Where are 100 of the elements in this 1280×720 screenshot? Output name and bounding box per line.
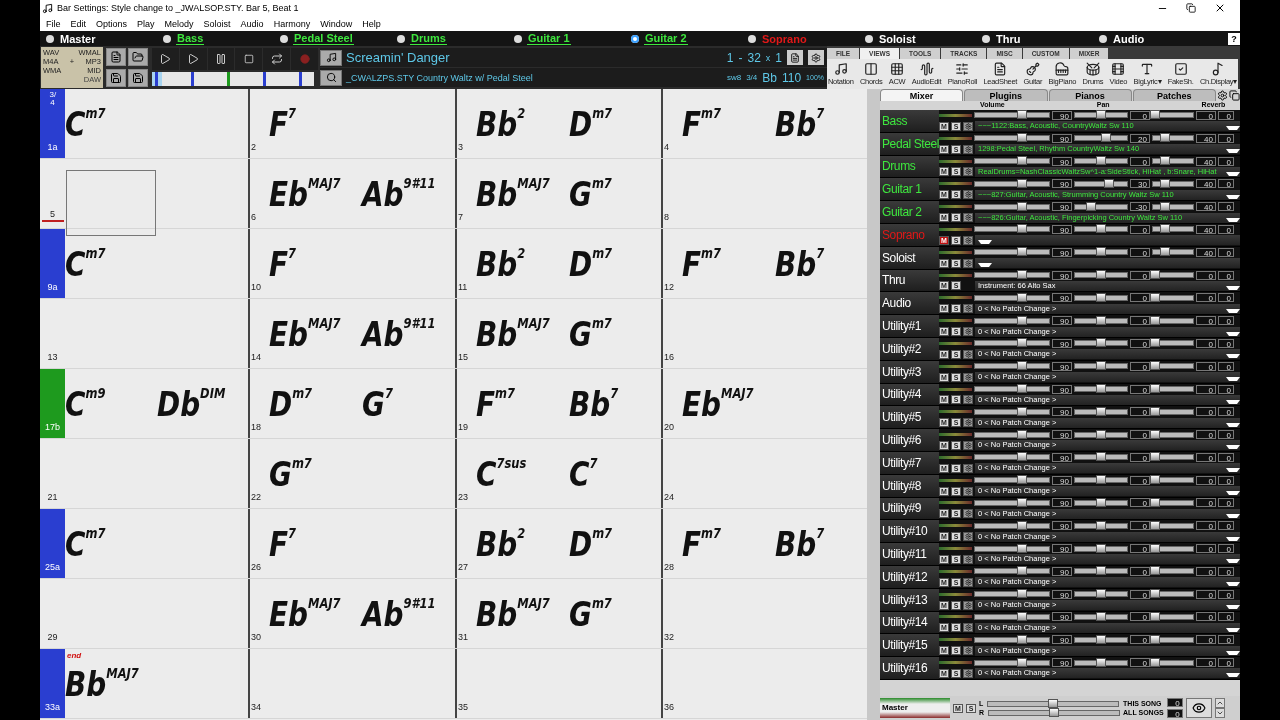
radio-button[interactable]	[748, 35, 756, 43]
slider-thumb[interactable]	[1096, 452, 1106, 462]
slider-thumb[interactable]	[1150, 429, 1160, 439]
reverb-value[interactable]: 0	[1196, 658, 1216, 668]
slider-thumb[interactable]	[1150, 566, 1160, 576]
slider[interactable]	[974, 340, 1050, 347]
value-field[interactable]: 0	[1218, 384, 1234, 394]
mixer-tab[interactable]: Mixer	[880, 89, 964, 101]
slider[interactable]	[1152, 340, 1194, 347]
slider[interactable]	[974, 568, 1050, 575]
value-field[interactable]: 0	[1218, 316, 1234, 326]
slider[interactable]	[1074, 386, 1128, 392]
slider[interactable]	[1152, 408, 1194, 415]
slider-thumb[interactable]	[1016, 338, 1027, 348]
pan-value[interactable]: 0	[1130, 498, 1150, 508]
slider[interactable]	[1074, 272, 1128, 278]
slider[interactable]	[974, 203, 1050, 210]
slider-thumb[interactable]	[1096, 224, 1106, 234]
song-menu-button[interactable]	[320, 49, 342, 66]
reverb-value[interactable]: 0	[1196, 384, 1216, 394]
slider[interactable]	[974, 226, 1050, 233]
slider-thumb[interactable]	[1150, 657, 1160, 667]
slider-thumb[interactable]	[1150, 634, 1160, 644]
slider-thumb[interactable]	[1016, 315, 1027, 325]
pan-value[interactable]: 0	[1130, 384, 1150, 394]
track-name[interactable]: Guitar 2	[644, 33, 688, 44]
value-field[interactable]: 0	[1218, 589, 1234, 599]
slider-thumb[interactable]	[1016, 224, 1027, 234]
slider-thumb[interactable]	[1150, 270, 1160, 279]
new-button[interactable]	[106, 48, 126, 66]
slider[interactable]	[974, 180, 1050, 187]
slider-thumb[interactable]	[1160, 133, 1170, 143]
radio-button[interactable]	[163, 35, 171, 43]
open-button[interactable]	[128, 48, 148, 66]
slider-thumb[interactable]	[1016, 110, 1027, 120]
plugin-button[interactable]	[963, 349, 973, 359]
value-field[interactable]: 0	[1218, 224, 1234, 234]
slider[interactable]	[974, 386, 1050, 392]
slider-thumb[interactable]	[1049, 707, 1060, 717]
plugin-button[interactable]	[963, 646, 973, 656]
radio-button[interactable]	[46, 35, 54, 43]
reverb-value[interactable]: 0	[1196, 635, 1216, 645]
track-name[interactable]: Soloist	[878, 33, 917, 45]
value-field[interactable]: 0	[1218, 566, 1234, 576]
slider[interactable]	[1152, 158, 1194, 165]
volume-value[interactable]: 90	[1052, 202, 1072, 212]
reverb-value[interactable]: 0	[1196, 361, 1216, 371]
slider-thumb[interactable]	[1016, 270, 1027, 279]
slider-thumb[interactable]	[1096, 429, 1106, 439]
plugin-button[interactable]	[963, 372, 973, 382]
radio-button[interactable]	[631, 35, 639, 43]
slider-thumb[interactable]	[1150, 292, 1160, 302]
view-button[interactable]	[1185, 698, 1212, 718]
plugin-button[interactable]	[963, 190, 973, 200]
mixer-tab[interactable]: Patches	[1132, 89, 1216, 101]
track-name[interactable]: Bass	[176, 33, 205, 44]
reverb-value[interactable]: 0	[1196, 270, 1216, 280]
pan-value[interactable]: 0	[1130, 224, 1150, 234]
pan-value[interactable]: 20	[1130, 133, 1150, 143]
pan-value[interactable]: 0	[1130, 475, 1150, 485]
play-button[interactable]	[152, 48, 179, 70]
slider-thumb[interactable]	[1150, 406, 1160, 416]
slider-thumb[interactable]	[1016, 475, 1027, 485]
song-progress-bar[interactable]	[152, 72, 314, 86]
radio-button[interactable]	[514, 35, 522, 43]
slider[interactable]	[974, 431, 1050, 438]
volume-value[interactable]: 90	[1052, 270, 1072, 280]
track-name[interactable]: Guitar 1	[527, 33, 571, 44]
pan-value[interactable]: 0	[1130, 361, 1150, 371]
slider[interactable]	[974, 477, 1050, 484]
radio-button[interactable]	[397, 35, 405, 43]
volume-value[interactable]: 90	[1052, 635, 1072, 645]
reverb-value[interactable]: 0	[1196, 521, 1216, 531]
slider-thumb[interactable]	[1096, 110, 1106, 120]
slider[interactable]	[1074, 317, 1128, 324]
time-signature[interactable]: 3/4	[746, 73, 758, 82]
slider[interactable]	[1074, 568, 1128, 575]
value-field[interactable]: 0	[1218, 544, 1234, 554]
reverb-value[interactable]: 0	[1196, 316, 1216, 326]
part-marker[interactable]: 3/4 1a	[40, 89, 65, 158]
slider[interactable]	[1152, 180, 1194, 187]
track-name[interactable]: Pedal Steel	[293, 33, 354, 44]
value-field[interactable]: 0	[1218, 179, 1234, 189]
pan-value[interactable]: 0	[1130, 544, 1150, 554]
slider[interactable]	[1074, 477, 1128, 484]
volume-value[interactable]: 90	[1052, 110, 1072, 120]
slider[interactable]	[974, 522, 1050, 529]
menu-item[interactable]: Options	[96, 18, 128, 29]
reverb-value[interactable]: 0	[1196, 430, 1216, 440]
plugin-button[interactable]	[963, 532, 973, 542]
track-name[interactable]: Thru	[995, 33, 1022, 45]
slider[interactable]	[1074, 180, 1128, 187]
slider[interactable]	[1152, 135, 1194, 142]
slider[interactable]	[1074, 659, 1128, 666]
slider-thumb[interactable]	[1096, 611, 1106, 621]
all-songs-value[interactable]: 0	[1166, 709, 1183, 718]
slider[interactable]	[1152, 317, 1194, 324]
key-label[interactable]: Bb	[762, 70, 777, 85]
slider[interactable]	[1074, 431, 1128, 438]
volume-value[interactable]: 90	[1052, 452, 1072, 462]
